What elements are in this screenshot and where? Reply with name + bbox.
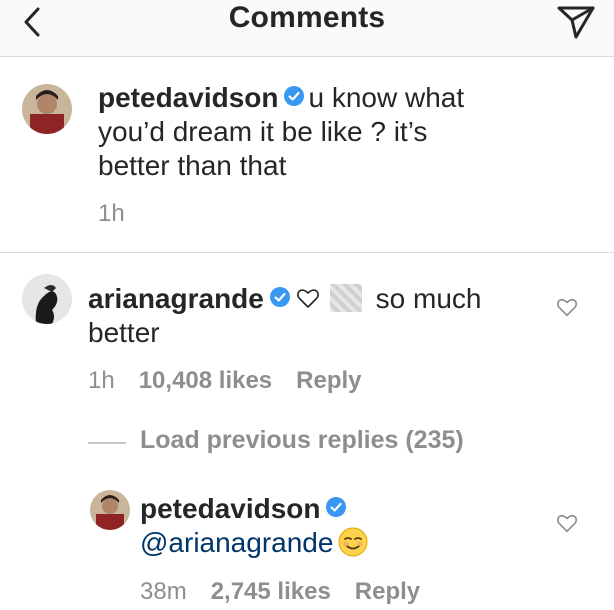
comment-body: petedavidson @arianagrande [140,492,540,560]
mention-link[interactable]: @arianagrande [140,527,333,558]
comment-username[interactable]: petedavidson [140,493,320,524]
divider [0,252,614,253]
verified-badge-icon [326,497,347,517]
avatar[interactable] [22,274,72,324]
comment-text-line: so much [375,283,482,314]
heart-outline-icon [556,298,578,317]
header-bar: Comments [0,0,614,57]
like-button[interactable] [556,296,578,318]
load-replies-line [88,442,126,444]
comment-meta: 38m 2,745 likes Reply [140,578,444,606]
comment-timestamp: 1h [98,200,125,227]
comment-timestamp: 1h [88,367,115,394]
reply-button[interactable]: Reply [296,367,361,394]
verified-badge-icon [284,86,305,106]
paper-plane-icon [557,6,595,39]
relieved-face-emoji-icon [338,527,368,557]
page-title: Comments [228,1,386,34]
share-button[interactable] [556,4,596,40]
heart-outline-icon [556,514,578,533]
comment-body: arianagrande so much better [88,282,508,350]
comment-text-line: better than that [98,150,287,181]
comment-username[interactable]: petedavidson [98,82,278,113]
avatar[interactable] [22,84,72,134]
avatar[interactable] [90,490,130,530]
like-button[interactable] [556,512,578,534]
heart-emoji-icon [296,289,319,308]
comment-meta: 1h 10,408 likes Reply [88,367,386,395]
comment-text-line: better [88,317,160,348]
comment-username[interactable]: arianagrande [88,283,264,314]
comment-text-line: u know what [308,82,465,113]
comment-body: petedavidson u know what you’d dream it b… [98,81,518,183]
likes-count[interactable]: 2,745 likes [211,578,331,605]
comment-timestamp: 38m [140,578,187,605]
load-previous-replies[interactable]: Load previous replies (235) [140,426,464,455]
reply-button[interactable]: Reply [355,578,420,605]
verified-badge-icon [269,287,290,307]
likes-count[interactable]: 10,408 likes [139,367,272,394]
blurred-image [329,284,362,312]
comment-text-line: you’d dream it be like ? it’s [98,116,428,147]
comment-meta: 1h [98,200,149,228]
